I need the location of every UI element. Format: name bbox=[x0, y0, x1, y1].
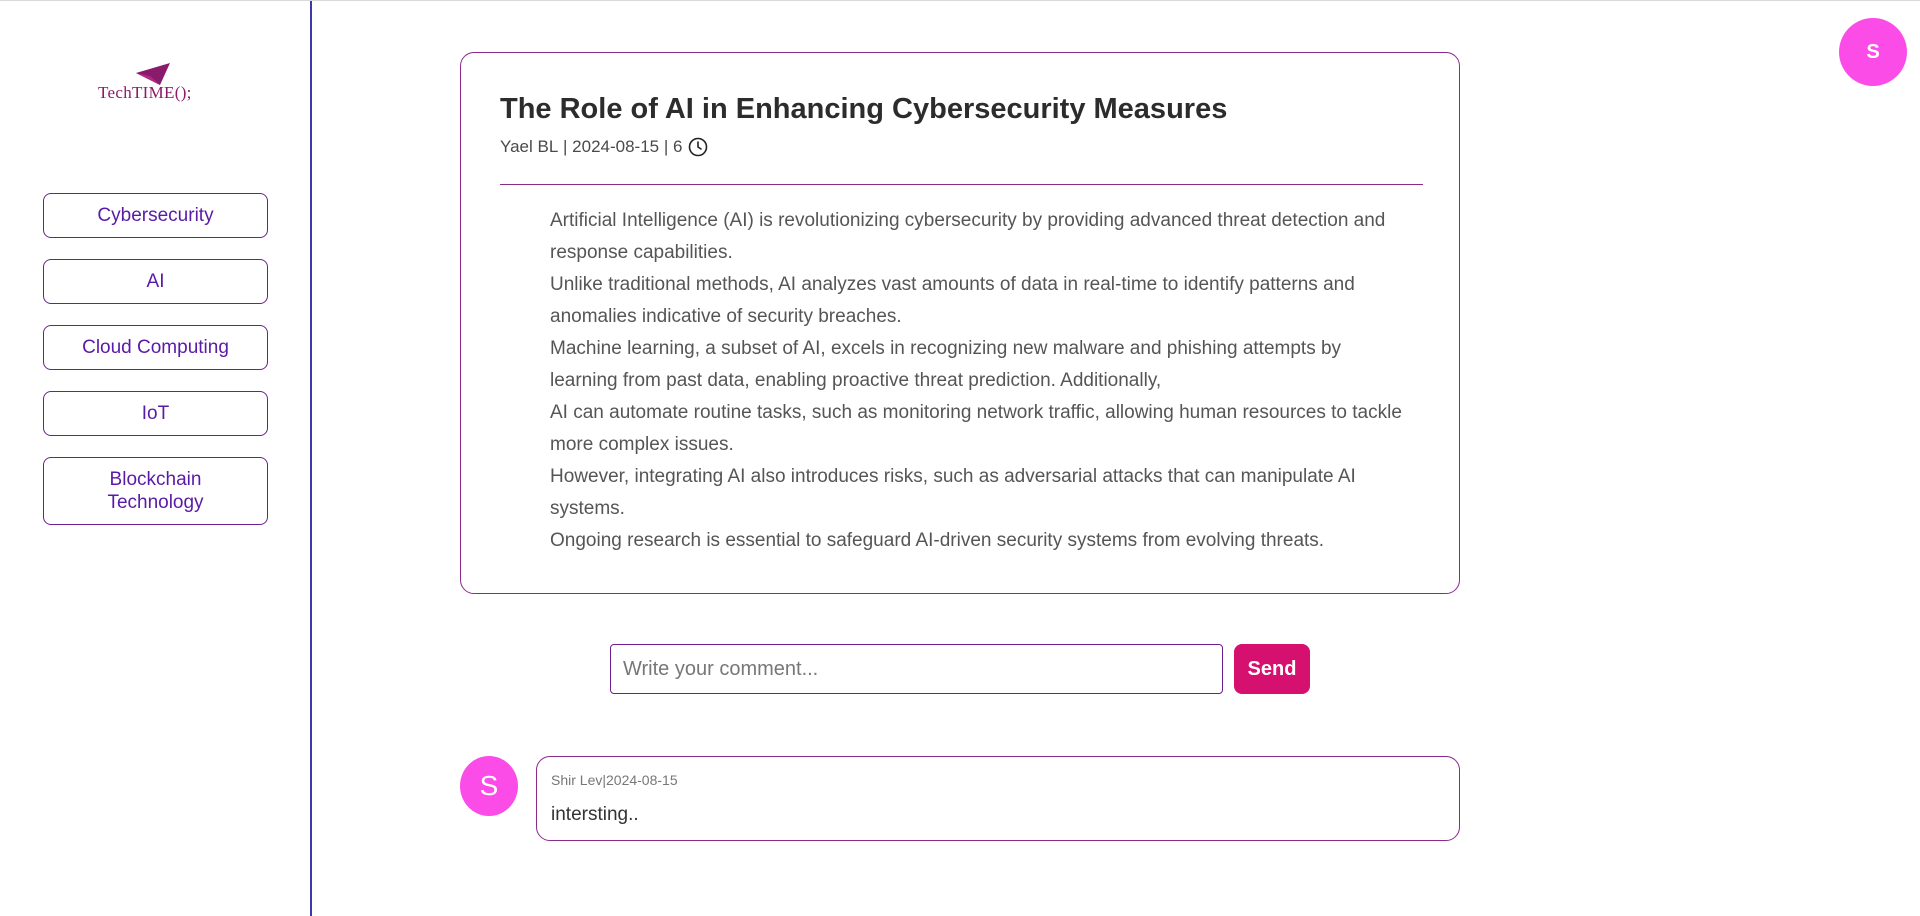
article-paragraph: Artificial Intelligence (AI) is revoluti… bbox=[550, 210, 1386, 263]
sidebar-item-iot[interactable]: IoT bbox=[43, 391, 268, 436]
sidebar-item-label: Cloud Computing bbox=[82, 337, 229, 358]
article-paragraph: Ongoing research is essential to safegua… bbox=[550, 530, 1325, 551]
article-meta: Yael BL | 2024-08-15 | 6 bbox=[500, 137, 708, 157]
category-nav: Cybersecurity AI Cloud Computing IoT Blo… bbox=[43, 193, 268, 546]
user-avatar[interactable]: S bbox=[1839, 18, 1907, 86]
comment-author: Shir Lev bbox=[551, 772, 603, 788]
article-paragraph: AI can automate routine tasks, such as m… bbox=[550, 402, 1402, 455]
sidebar-item-ai[interactable]: AI bbox=[43, 259, 268, 304]
article-paragraph: Machine learning, a subset of AI, excels… bbox=[550, 338, 1342, 391]
comment-meta: Shir Lev|2024-08-15 bbox=[551, 772, 678, 788]
sidebar-item-cybersecurity[interactable]: Cybersecurity bbox=[43, 193, 268, 238]
sidebar-item-label: Blockchain Technology bbox=[107, 469, 204, 513]
article-divider bbox=[500, 184, 1423, 185]
send-button[interactable]: Send bbox=[1234, 644, 1310, 694]
clock-icon bbox=[689, 137, 708, 157]
sidebar-item-label: Cybersecurity bbox=[97, 205, 214, 226]
article-date: 2024-08-15 bbox=[572, 137, 660, 156]
sidebar-item-cloud-computing[interactable]: Cloud Computing bbox=[43, 325, 268, 370]
meta-separator: | bbox=[659, 137, 673, 156]
sidebar-item-blockchain-technology[interactable]: Blockchain Technology bbox=[43, 457, 268, 525]
article-author: Yael BL bbox=[500, 137, 559, 156]
article-read-time: 6 bbox=[673, 137, 683, 156]
article-title: The Role of AI in Enhancing Cybersecurit… bbox=[500, 93, 1228, 125]
sidebar-item-label: AI bbox=[146, 271, 165, 292]
logo[interactable]: TechTIME(); bbox=[96, 61, 216, 107]
article-paragraph: However, integrating AI also introduces … bbox=[550, 466, 1356, 519]
page: TechTIME(); Cybersecurity AI Cloud Compu… bbox=[0, 0, 1920, 916]
comment-input[interactable] bbox=[610, 644, 1223, 694]
meta-separator: | bbox=[558, 137, 573, 156]
sidebar-item-label: IoT bbox=[141, 403, 170, 424]
comment-date: 2024-08-15 bbox=[606, 772, 678, 788]
article-card: The Role of AI in Enhancing Cybersecurit… bbox=[460, 52, 1460, 594]
article-paragraph: Unlike traditional methods, AI analyzes … bbox=[550, 274, 1355, 327]
article-body: Artificial Intelligence (AI) is revoluti… bbox=[550, 205, 1410, 557]
comment-item: Shir Lev|2024-08-15 intersting.. bbox=[536, 756, 1460, 841]
comment-avatar: S bbox=[460, 756, 518, 816]
comment-text: intersting.. bbox=[551, 804, 639, 825]
sidebar: TechTIME(); Cybersecurity AI Cloud Compu… bbox=[0, 1, 312, 916]
logo-text: TechTIME(); bbox=[98, 83, 192, 102]
